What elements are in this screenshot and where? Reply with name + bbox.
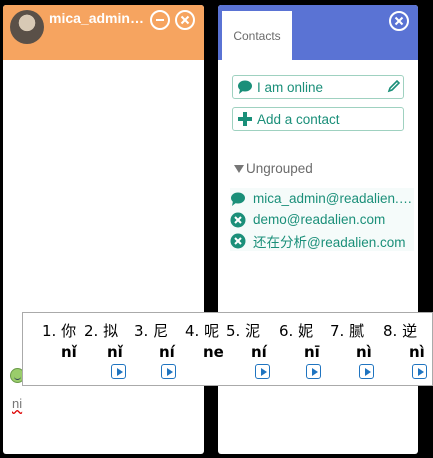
pencil-icon[interactable] (387, 79, 401, 93)
candidate-pinyin: nì (409, 343, 425, 361)
candidate-number: 8. 逆 (383, 322, 418, 340)
candidate-pinyin: nǐ (61, 343, 77, 361)
play-audio-icon[interactable] (306, 364, 321, 379)
candidate-number: 1. 你 (42, 322, 77, 340)
collapse-triangle-icon (234, 164, 244, 173)
candidate-number: 6. 妮 (279, 322, 314, 340)
play-audio-icon[interactable] (161, 364, 176, 379)
candidate-pinyin: nǐ (107, 343, 123, 361)
play-audio-icon[interactable] (111, 364, 126, 379)
candidate-number: 7. 腻 (330, 322, 365, 340)
candidate-number: 5. 泥 (226, 322, 261, 340)
avatar[interactable] (10, 10, 44, 44)
contact-item[interactable]: mica_admin@readalien.com (230, 188, 414, 209)
plus-icon (238, 112, 252, 126)
close-icon (394, 16, 404, 26)
chat-title: mica_admin@readalien.com (49, 10, 145, 26)
message-input[interactable]: ni (12, 396, 22, 411)
contacts-close-button[interactable] (389, 11, 409, 31)
candidate-pinyin: ne (203, 343, 224, 361)
add-contact-label: Add a contact (257, 111, 340, 127)
contact-item[interactable]: demo@readalien.com (230, 209, 414, 230)
play-audio-icon[interactable] (412, 364, 427, 379)
contact-name: 还在分析@readalien.com (253, 234, 406, 250)
candidate-pinyin: ní (159, 343, 175, 361)
contacts-panel: Contacts I am online Add a contact Ungro… (218, 5, 418, 454)
candidate-pinyin: nì (356, 343, 372, 361)
candidate-pinyin: nī (304, 343, 320, 361)
minus-icon (156, 19, 164, 21)
status-selector[interactable]: I am online (232, 75, 404, 99)
candidate-number: 4. 呢 (185, 322, 220, 340)
chat-header: mica_admin@readalien.com (3, 5, 204, 60)
candidate-number: 2. 拟 (84, 322, 119, 340)
offline-x-icon (230, 233, 246, 248)
tab-contacts[interactable]: Contacts (222, 11, 292, 60)
contact-item[interactable]: 还在分析@readalien.com (230, 230, 414, 251)
play-audio-icon[interactable] (359, 364, 374, 379)
contacts-header: Contacts (218, 5, 418, 60)
add-contact-button[interactable]: Add a contact (232, 107, 404, 131)
chat-window: mica_admin@readalien.com ni (3, 5, 204, 454)
group-label: Ungrouped (246, 161, 313, 176)
minimize-button[interactable] (150, 10, 170, 30)
group-header[interactable]: Ungrouped (234, 161, 313, 176)
ime-candidate-window: 1. 你 nǐ 2. 拟 nǐ 3. 尼 ní 4. 呢 ne 5. 泥 ní … (22, 312, 433, 386)
contact-name: mica_admin@readalien.com (253, 191, 414, 206)
play-audio-icon[interactable] (255, 364, 270, 379)
offline-x-icon (230, 212, 246, 227)
speech-bubble-icon (238, 80, 252, 94)
chat-close-button[interactable] (175, 10, 195, 30)
candidate-pinyin: ní (251, 343, 267, 361)
online-chat-icon (231, 192, 245, 206)
contact-name: demo@readalien.com (253, 212, 386, 227)
close-icon (180, 15, 190, 25)
contact-list: mica_admin@readalien.com demo@readalien.… (230, 188, 414, 251)
candidate-number: 3. 尼 (134, 322, 169, 340)
status-label: I am online (257, 79, 324, 95)
